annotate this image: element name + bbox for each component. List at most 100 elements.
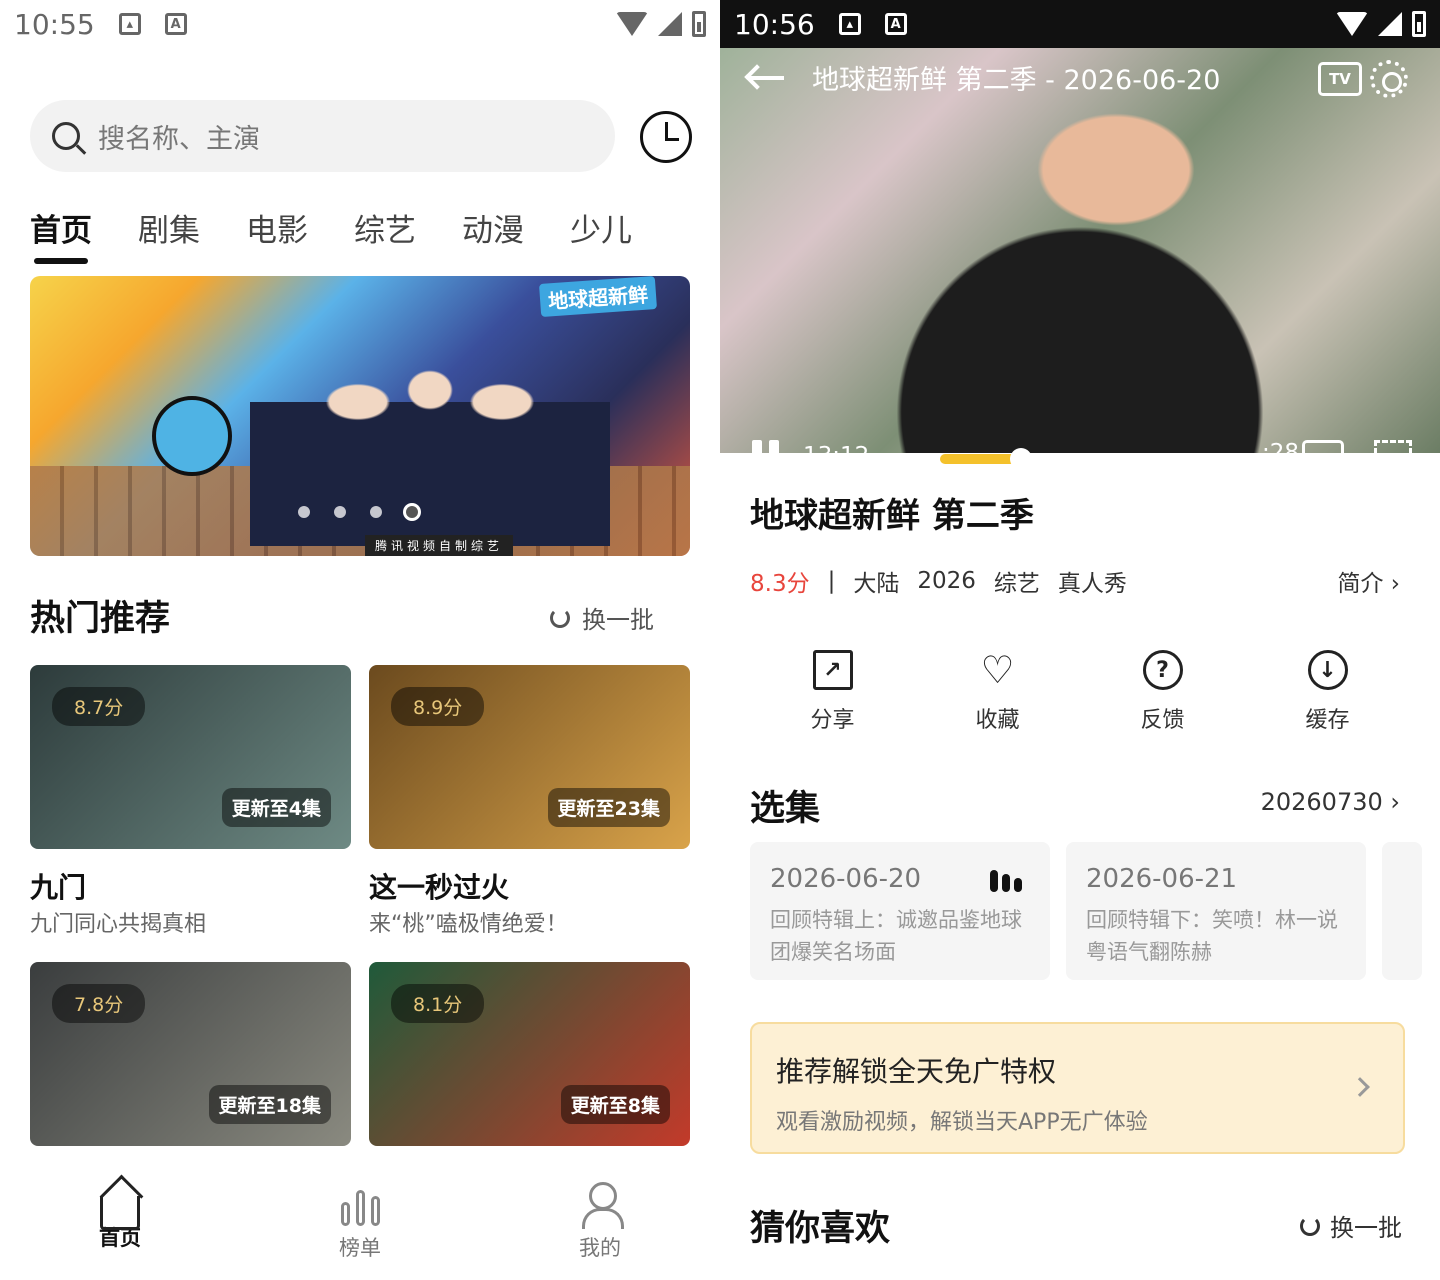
update-badge: 更新至4集 (221, 788, 331, 827)
pip-icon[interactable] (1302, 440, 1344, 476)
pagination-dot-active[interactable] (406, 506, 418, 518)
tab-movies[interactable]: 电影 (246, 205, 308, 250)
action-label: 收藏 (975, 708, 1020, 733)
image-notification-icon: ▴ (838, 13, 861, 35)
status-time: 10:56 (734, 7, 815, 41)
meta-tag: 2026 (917, 568, 976, 594)
settings-gear-icon[interactable] (1370, 60, 1408, 98)
meta-tag: 大陆 (853, 571, 900, 597)
show-score: 8.3分 (750, 571, 810, 597)
tab-home[interactable]: 首页 (30, 205, 92, 264)
right-screen: 10:56 ▴ A 地球超新鲜 第二季 - 2026-06-20 TV 13:1… (720, 0, 1440, 1280)
battery-icon (692, 11, 706, 37)
show-meta: 8.3分 | 大陆 2026 综艺 真人秀 (750, 564, 1127, 598)
search-bar[interactable]: 搜名称、主演 (30, 100, 615, 172)
promo-subtitle: 观看激励视频，解锁当天APP无广体验 (776, 1110, 1148, 1135)
refresh-icon (550, 607, 570, 628)
show-card-poster[interactable]: 7.8分 更新至18集 (30, 962, 351, 1146)
tab-series[interactable]: 剧集 (138, 205, 200, 250)
search-icon (52, 122, 80, 150)
show-card-poster[interactable]: 8.9分 更新至23集 (369, 665, 690, 849)
show-title: 地球超新鲜 第二季 (750, 496, 1034, 536)
hot-refresh-button[interactable]: 换一批 (550, 600, 654, 635)
show-card-poster[interactable]: 8.1分 更新至8集 (369, 962, 690, 1146)
favorite-button[interactable]: ♡ 收藏 (938, 648, 1058, 734)
promo-title: 推荐解锁全天免广特权 (776, 1055, 1057, 1088)
tab-anime[interactable]: 动漫 (462, 205, 524, 250)
a-notification-icon: A (164, 13, 187, 35)
nav-label: 榜单 (339, 1236, 381, 1260)
episode-date: 2026-06-21 (1086, 864, 1238, 894)
a-notification-icon: A (884, 13, 907, 35)
episodes-more-link[interactable]: 20260730 › (1261, 788, 1400, 816)
episode-desc: 回顾特辑上：诚邀品鉴地球团爆笑名场面 (770, 908, 1022, 964)
player-header: 地球超新鲜 第二季 - 2026-06-20 (750, 58, 1220, 97)
video-player[interactable]: 地球超新鲜 第二季 - 2026-06-20 TV 13:12 :28 (720, 48, 1440, 478)
intro-link[interactable]: 简介 › (1337, 564, 1400, 598)
tv-cast-icon[interactable]: TV (1318, 62, 1362, 96)
episode-card[interactable]: 2026-06-20 回顾特辑上：诚邀品鉴地球团爆笑名场面 (750, 842, 1050, 980)
nav-home[interactable]: 首页 (0, 1172, 240, 1280)
download-button[interactable]: ↓ 缓存 (1268, 650, 1388, 734)
card-subtitle: 来“桃”嗑极情绝爱！ (369, 912, 568, 937)
score-badge: 7.8分 (52, 984, 146, 1023)
pause-icon[interactable] (752, 440, 779, 472)
update-badge: 更新至8集 (560, 1085, 670, 1124)
tab-kids[interactable]: 少儿 (570, 205, 632, 250)
refresh-label: 换一批 (1330, 1214, 1402, 1242)
score-badge: 8.9分 (391, 687, 485, 726)
progress-knob[interactable] (1009, 448, 1032, 470)
nav-profile[interactable]: 我的 (480, 1172, 720, 1280)
update-badge: 更新至23集 (547, 788, 670, 827)
pagination-dot[interactable] (334, 506, 346, 518)
episodes-range: 20260730 (1260, 788, 1383, 816)
playing-indicator-icon (990, 870, 1022, 892)
progress-slider[interactable] (940, 448, 1290, 470)
episode-card[interactable]: 2026-06-21 回顾特辑下：笑喷！林一说粤语气翻陈赫 (1066, 842, 1366, 980)
card-title[interactable]: 九门 (30, 866, 86, 906)
banner-brand: 地球超新鲜 (538, 276, 658, 318)
battery-icon (1412, 11, 1426, 37)
intro-label: 简介 (1337, 571, 1384, 597)
tab-variety[interactable]: 综艺 (354, 205, 416, 250)
score-badge: 8.7分 (52, 687, 146, 726)
feedback-icon: ? (1142, 650, 1183, 690)
home-icon (100, 1196, 140, 1230)
meta-tag: 真人秀 (1057, 571, 1127, 597)
image-notification-icon: ▴ (118, 13, 141, 35)
wifi-icon (1336, 12, 1368, 36)
bottom-nav: 首页 榜单 我的 (0, 1172, 720, 1280)
update-badge: 更新至18集 (208, 1085, 331, 1124)
globe-mascot-icon (152, 396, 232, 476)
pagination-dot[interactable] (370, 506, 382, 518)
action-row: ↗ 分享 ♡ 收藏 ? 反馈 ↓ 缓存 (750, 648, 1410, 734)
feedback-button[interactable]: ? 反馈 (1103, 650, 1223, 734)
refresh-label: 换一批 (582, 606, 654, 634)
banner-footer: 腾讯视频自制综艺 (365, 535, 514, 556)
pagination-dot[interactable] (298, 506, 310, 518)
hot-section-title: 热门推荐 (30, 599, 171, 639)
search-placeholder: 搜名称、主演 (98, 123, 260, 155)
history-clock-icon[interactable] (640, 111, 692, 163)
meta-tag: 综艺 (993, 571, 1040, 597)
nav-label: 我的 (579, 1236, 621, 1260)
card-title[interactable]: 这一秒过火 (369, 866, 509, 906)
rank-icon (340, 1182, 380, 1226)
player-title: 地球超新鲜 第二季 - 2026-06-20 (812, 65, 1221, 96)
download-icon: ↓ (1307, 650, 1348, 690)
show-card-poster[interactable]: 8.7分 更新至4集 (30, 665, 351, 849)
action-label: 缓存 (1305, 708, 1350, 733)
share-button[interactable]: ↗ 分享 (773, 650, 893, 734)
current-time: 13:12 (803, 443, 870, 469)
episode-card-partial[interactable] (1382, 842, 1422, 980)
episode-desc: 回顾特辑下：笑喷！林一说粤语气翻陈赫 (1086, 908, 1338, 964)
progress-fill (940, 454, 1021, 464)
cell-signal-icon (1378, 12, 1402, 36)
nav-ranking[interactable]: 榜单 (240, 1172, 480, 1280)
category-tabs: 首页 剧集 电影 综艺 动漫 少儿 (30, 205, 632, 264)
recommend-refresh-button[interactable]: 换一批 (1300, 1208, 1402, 1243)
fullscreen-icon[interactable] (1374, 440, 1412, 478)
duration: :28 (1262, 440, 1300, 466)
back-arrow-icon[interactable] (750, 75, 784, 80)
ad-free-promo[interactable]: 推荐解锁全天免广特权 观看激励视频，解锁当天APP无广体验 (750, 1022, 1405, 1154)
